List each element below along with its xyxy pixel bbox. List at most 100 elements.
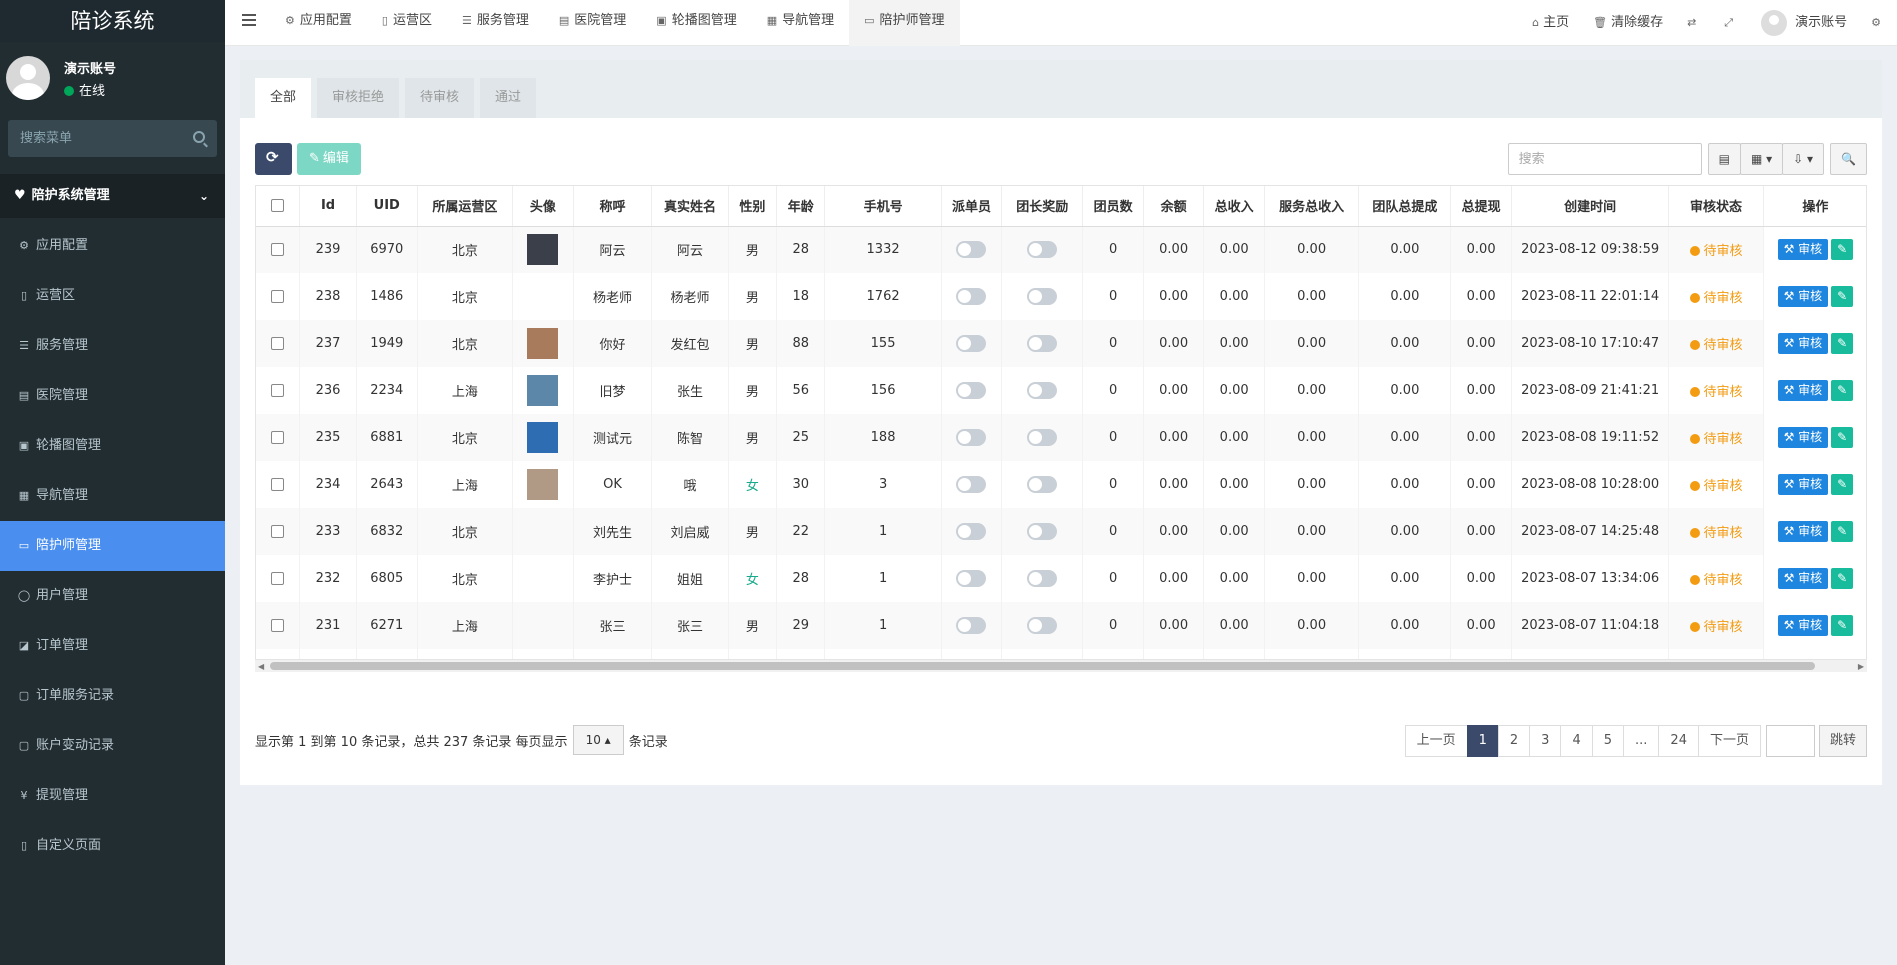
page-button-4[interactable]: 4	[1560, 725, 1593, 757]
menu-search-input[interactable]	[8, 120, 217, 157]
sidebar-item-4[interactable]: ▣ 轮播图管理	[0, 421, 225, 471]
audit-button[interactable]: ⚒ 审核	[1777, 521, 1829, 542]
sidebar-item-10[interactable]: ▢ 账户变动记录	[0, 721, 225, 771]
export-button[interactable]: ⇩ ▾	[1782, 143, 1825, 175]
dispatcher-toggle[interactable]	[956, 335, 987, 352]
top-tab-5[interactable]: ▦ 导航管理	[752, 0, 849, 46]
avatar[interactable]	[527, 234, 559, 266]
language-toggle[interactable]: ⇄	[1675, 2, 1712, 44]
search-icon[interactable]	[193, 131, 205, 143]
audit-button[interactable]: ⚒ 审核	[1777, 286, 1829, 307]
edit-row-button[interactable]: ✎	[1831, 568, 1854, 589]
audit-button[interactable]: ⚒ 审核	[1777, 568, 1829, 589]
leader-reward-toggle[interactable]	[1027, 523, 1058, 540]
edit-row-button[interactable]: ✎	[1831, 333, 1854, 354]
dispatcher-toggle[interactable]	[956, 617, 987, 634]
filter-tab-1[interactable]: 审核拒绝	[317, 78, 400, 118]
edit-row-button[interactable]: ✎	[1831, 474, 1854, 495]
sidebar-item-8[interactable]: ◪ 订单管理	[0, 621, 225, 671]
row-checkbox[interactable]	[271, 337, 285, 350]
prev-page-button[interactable]: 上一页	[1404, 725, 1468, 757]
row-checkbox[interactable]	[271, 431, 285, 444]
avatar[interactable]	[527, 422, 559, 453]
columns-button[interactable]: ▦ ▾	[1739, 143, 1784, 175]
avatar[interactable]	[527, 328, 559, 359]
leader-reward-toggle[interactable]	[1027, 570, 1058, 587]
table-row[interactable]: 237 1949 北京 你好 发红包 男 88 155 0 0.00 0.00 0.00 0.00 0.0…	[256, 320, 1866, 367]
scrollbar-thumb[interactable]	[270, 662, 1815, 670]
dispatcher-toggle[interactable]	[956, 523, 987, 540]
edit-row-button[interactable]: ✎	[1831, 427, 1854, 448]
leader-reward-toggle[interactable]	[1027, 335, 1058, 352]
filter-tab-2[interactable]: 待审核	[405, 78, 475, 118]
row-checkbox[interactable]	[271, 619, 285, 632]
top-tab-4[interactable]: ▣ 轮播图管理	[641, 0, 751, 46]
row-checkbox[interactable]	[271, 572, 285, 585]
sidebar-item-11[interactable]: ¥ 提现管理	[0, 771, 225, 821]
edit-row-button[interactable]: ✎	[1831, 380, 1854, 401]
table-row[interactable]: 2303876上海行吗哈哈男121500.000.000.000.000.002…	[256, 649, 1866, 659]
edit-row-button[interactable]: ✎	[1831, 521, 1854, 542]
edit-row-button[interactable]: ✎	[1831, 239, 1854, 261]
fullscreen-button[interactable]: ⤢	[1712, 2, 1749, 44]
top-tab-2[interactable]: ☰ 服务管理	[447, 0, 544, 46]
audit-button[interactable]: ⚒ 审核	[1777, 380, 1829, 401]
table-row[interactable]: 236 2234 上海 旧梦 张生 男 56 156 0 0.00 0.00 0.00 0.00 0.00…	[256, 367, 1866, 414]
top-tab-3[interactable]: ▤ 医院管理	[544, 0, 641, 46]
sidebar-item-12[interactable]: ▯ 自定义页面	[0, 821, 225, 871]
select-all-checkbox[interactable]	[271, 199, 285, 213]
jump-button[interactable]: 跳转	[1818, 725, 1867, 757]
sidebar-item-1[interactable]: ▯ 运营区	[0, 271, 225, 321]
leader-reward-toggle[interactable]	[1027, 241, 1058, 259]
filter-tab-3[interactable]: 通过	[480, 78, 537, 118]
app-title[interactable]: 陪诊系统	[0, 0, 225, 42]
page-button-...[interactable]: ...	[1623, 725, 1660, 757]
advanced-search-button[interactable]: 🔍	[1830, 143, 1867, 175]
sidebar-item-9[interactable]: ▢ 订单服务记录	[0, 671, 225, 721]
jump-page-input[interactable]	[1765, 725, 1815, 757]
table-row[interactable]: 235 6881 北京 测试元 陈智 男 25 188 0 0.00 0.00 0.00 0.00 0.0…	[256, 414, 1866, 461]
dispatcher-toggle[interactable]	[956, 241, 987, 259]
page-button-2[interactable]: 2	[1497, 725, 1531, 757]
top-tab-6[interactable]: ▭ 陪护师管理	[849, 0, 960, 46]
leader-reward-toggle[interactable]	[1027, 288, 1058, 305]
scroll-right-icon[interactable]: ▶	[1858, 662, 1864, 671]
sidebar-item-7[interactable]: ◯ 用户管理	[0, 571, 225, 621]
home-link[interactable]: ⌂ 主页	[1520, 2, 1581, 44]
dispatcher-toggle[interactable]	[956, 476, 987, 493]
table-row[interactable]: 239 6970 北京 阿云 阿云 男 28 1332 0 0.00 0.00 0.00 0.00 0.0…	[256, 226, 1866, 273]
sidebar-item-2[interactable]: ☰ 服务管理	[0, 321, 225, 371]
leader-reward-toggle[interactable]	[1027, 476, 1058, 493]
dispatcher-toggle[interactable]	[956, 288, 987, 305]
avatar[interactable]	[527, 469, 559, 500]
edit-row-button[interactable]: ✎	[1831, 286, 1854, 307]
sidebar-item-0[interactable]: ⚙ 应用配置	[0, 221, 225, 271]
dispatcher-toggle[interactable]	[956, 429, 987, 446]
refresh-button[interactable]	[255, 143, 292, 175]
sidebar-item-3[interactable]: ▤ 医院管理	[0, 371, 225, 421]
menu-group-header[interactable]: ♥ 陪护系统管理 ⌄	[0, 174, 225, 218]
horizontal-scrollbar[interactable]: ◀ ▶	[255, 660, 1867, 672]
next-page-button[interactable]: 下一页	[1697, 725, 1761, 757]
page-button-24[interactable]: 24	[1658, 725, 1699, 757]
top-tab-0[interactable]: ⚙ 应用配置	[270, 0, 367, 46]
table-row[interactable]: 233 6832 北京 刘先生 刘启威 男 22 1 0 0.00 0.00 0.00 0.00 0.00…	[256, 508, 1866, 555]
user-menu[interactable]: 演示账号	[1749, 2, 1859, 44]
page-button-3[interactable]: 3	[1529, 725, 1562, 757]
clear-cache-button[interactable]: 🗑 清除缓存	[1581, 2, 1675, 44]
audit-button[interactable]: ⚒ 审核	[1777, 427, 1829, 448]
page-size-select[interactable]: 10 ▴	[572, 725, 624, 755]
table-row[interactable]: 234 2643 上海 OK 哦女 30 3 0 0.00 0.00 0.00 0.00 0.00 202…	[256, 461, 1866, 508]
settings-button[interactable]: ⚙	[1859, 2, 1897, 44]
audit-button[interactable]: ⚒ 审核	[1777, 333, 1829, 354]
top-tab-1[interactable]: ▯ 运营区	[367, 0, 447, 46]
edit-button[interactable]: ✎ 编辑	[297, 143, 361, 175]
row-checkbox[interactable]	[271, 384, 285, 397]
edit-row-button[interactable]: ✎	[1831, 615, 1854, 636]
table-search-input[interactable]	[1507, 143, 1702, 175]
page-button-5[interactable]: 5	[1591, 725, 1625, 757]
table-row[interactable]: 231 6271 上海 张三 张三 男 29 1 0 0.00 0.00 0.00 0.00 0.00 20…	[256, 602, 1866, 649]
audit-button[interactable]: ⚒ 审核	[1777, 239, 1829, 261]
leader-reward-toggle[interactable]	[1027, 617, 1058, 634]
sidebar-item-6[interactable]: ▭ 陪护师管理	[0, 521, 225, 571]
